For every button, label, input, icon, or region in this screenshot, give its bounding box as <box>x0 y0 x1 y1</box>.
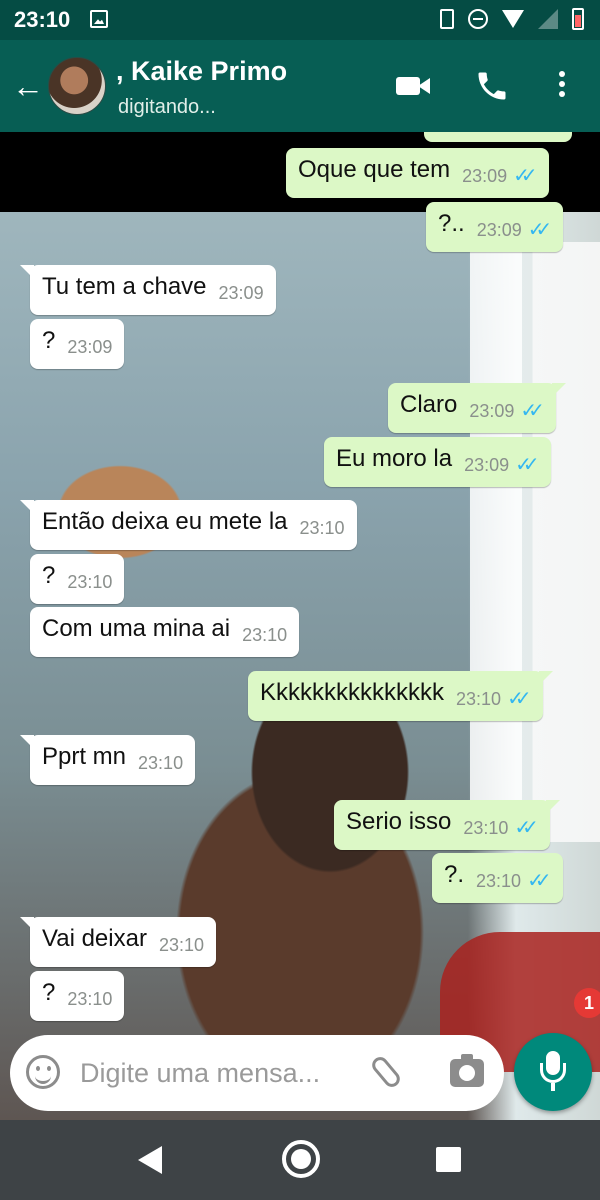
message-time: 23:09 <box>464 455 510 475</box>
message-bubble[interactable]: Claro 23:09 ✓✓ <box>388 383 566 433</box>
message-time: 23:09 <box>218 283 264 303</box>
read-ticks-icon: ✓✓ <box>515 454 539 476</box>
system-navigation-bar <box>0 1120 600 1200</box>
read-ticks-icon: ✓✓ <box>527 870 551 892</box>
message-bubble[interactable]: Então deixa eu mete la 23:10 <box>20 500 357 550</box>
status-icons <box>440 8 584 30</box>
chat-area[interactable]: Oque que tem 23:09 ✓✓ ?.. 23:09 ✓✓ Tu tem a … <box>0 132 600 1120</box>
read-ticks-icon: ✓✓ <box>507 688 531 710</box>
message-text: ? <box>42 979 56 1006</box>
message-text: ?. <box>444 861 465 888</box>
message-bubble[interactable]: ? 23:10 <box>30 554 125 604</box>
message-time: 23:10 <box>299 518 345 538</box>
message-bubble[interactable]: ?. 23:10 ✓✓ <box>432 853 563 903</box>
message-time: 23:10 <box>158 935 204 955</box>
message-time: 23:10 <box>463 818 509 838</box>
nav-back-icon[interactable] <box>138 1146 162 1174</box>
do-not-disturb-icon <box>468 9 488 29</box>
message-time: 23:09 <box>462 166 508 186</box>
message-text: ?.. <box>438 210 465 237</box>
message-bubble[interactable]: ?.. 23:09 ✓✓ <box>426 202 564 252</box>
message-text: Oque que tem <box>298 156 451 183</box>
message-time: 23:10 <box>242 625 288 645</box>
message-bubble[interactable]: Vai deixar 23:10 <box>20 917 216 967</box>
message-composer <box>10 1035 504 1111</box>
nav-home-icon[interactable] <box>282 1140 320 1178</box>
unread-badge: 1 <box>574 988 600 1018</box>
message-text: Eu moro la <box>336 445 453 472</box>
message-input[interactable] <box>80 1049 360 1097</box>
voice-record-button[interactable] <box>514 1033 592 1111</box>
message-time: 23:09 <box>67 337 113 357</box>
message-bubble[interactable]: Tu tem a chave 23:09 <box>20 265 276 315</box>
status-bar: 23:10 <box>0 0 600 40</box>
gallery-notification-icon <box>90 10 108 28</box>
message-text: Com uma mina ai <box>42 615 231 642</box>
message-time: 23:09 <box>476 220 522 240</box>
message-time: 23:09 <box>469 401 515 421</box>
message-bubble[interactable]: Com uma mina ai 23:10 <box>30 607 300 657</box>
message-time: 23:10 <box>456 689 502 709</box>
overflow-menu-icon[interactable] <box>552 68 572 104</box>
message-time: 23:10 <box>67 989 113 1009</box>
emoji-icon[interactable] <box>26 1055 60 1089</box>
contact-name[interactable]: , Kaike Primo <box>116 56 287 87</box>
battery-icon <box>572 8 584 30</box>
message-bubble[interactable]: ? 23:09 <box>30 319 125 369</box>
message-bubble[interactable]: ? 23:10 <box>30 971 125 1021</box>
message-text: Claro <box>400 391 458 418</box>
message-time: 23:10 <box>138 753 184 773</box>
attach-clip-icon[interactable] <box>368 1053 404 1091</box>
voice-call-icon[interactable] <box>472 68 512 104</box>
message-bubble[interactable]: Kkkkkkkkkkkkkkk 23:10 ✓✓ <box>248 671 553 721</box>
read-ticks-icon: ✓✓ <box>513 165 537 187</box>
vibrate-icon <box>440 9 454 29</box>
camera-icon[interactable] <box>450 1054 484 1087</box>
back-arrow-icon[interactable]: ← <box>12 70 44 102</box>
message-text: Kkkkkkkkkkkkkkk <box>260 679 445 706</box>
message-bubble-partial <box>424 132 572 142</box>
read-ticks-icon: ✓✓ <box>527 219 552 241</box>
contact-status: digitando... <box>118 96 216 118</box>
chat-header: ← , Kaike Primo digitando... <box>0 40 600 132</box>
signal-icon <box>538 9 558 29</box>
read-ticks-icon: ✓✓ <box>520 400 544 422</box>
message-text: Pprt mn <box>42 743 127 770</box>
message-text: Vai deixar <box>42 925 147 952</box>
message-text: Tu tem a chave <box>42 273 207 300</box>
message-time: 23:10 <box>476 871 522 891</box>
message-time: 23:10 <box>67 572 113 592</box>
message-bubble[interactable]: Serio isso 23:10 ✓✓ <box>334 800 560 850</box>
status-time: 23:10 <box>14 7 71 32</box>
message-text: ? <box>42 327 56 354</box>
nav-recents-icon[interactable] <box>436 1147 461 1172</box>
read-ticks-icon: ✓✓ <box>514 817 538 839</box>
message-bubble[interactable]: Pprt mn 23:10 <box>19 735 196 785</box>
message-text: Serio isso <box>346 808 452 835</box>
wifi-icon <box>502 10 524 28</box>
video-call-icon[interactable] <box>392 68 432 104</box>
message-text: Então deixa eu mete la <box>42 508 288 535</box>
avatar[interactable] <box>48 57 106 115</box>
message-text: ? <box>42 562 56 589</box>
message-bubble[interactable]: Eu moro la 23:09 ✓✓ <box>324 437 551 487</box>
message-bubble[interactable]: Oque que tem 23:09 ✓✓ <box>286 148 549 198</box>
